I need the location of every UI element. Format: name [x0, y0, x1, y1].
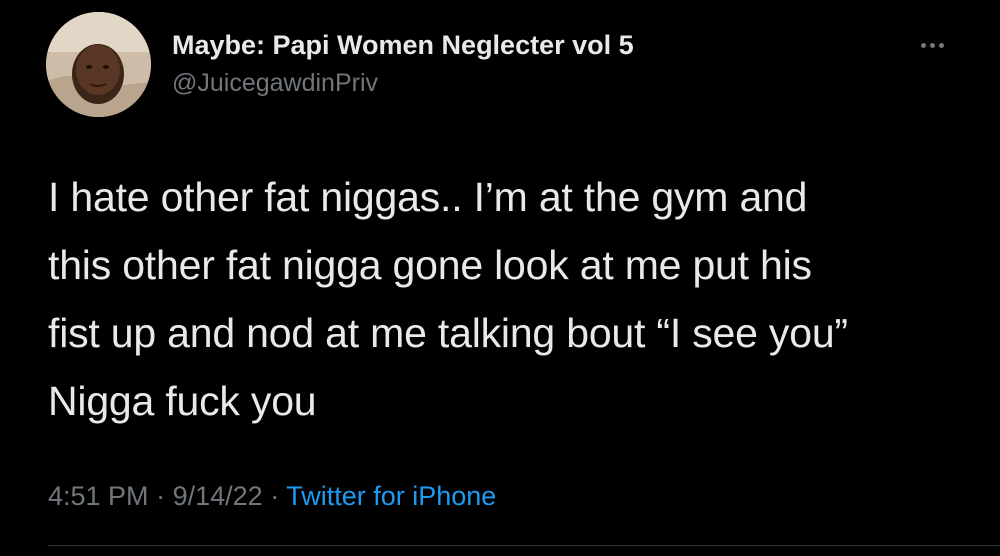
tweet-text-line: I hate other fat niggas.. I’m at the gym… [48, 174, 808, 220]
more-horizontal-icon [938, 42, 944, 48]
more-horizontal-icon [929, 42, 935, 48]
avatar[interactable] [46, 12, 151, 117]
more-button[interactable] [912, 30, 952, 60]
divider [48, 545, 1000, 546]
tweet-text-line: this other fat nigga gone look at me put… [48, 242, 812, 288]
more-horizontal-icon [920, 42, 926, 48]
tweet: Maybe: Papi Women Neglecter vol 5 @Juice… [0, 0, 1000, 556]
handle[interactable]: @JuicegawdinPriv [172, 69, 378, 98]
tweet-text-line: Nigga fuck you [48, 378, 317, 424]
tweet-time[interactable]: 4:51 PM [48, 481, 149, 511]
meta-separator: · [156, 481, 166, 511]
avatar-photo [46, 12, 151, 117]
display-name[interactable]: Maybe: Papi Women Neglecter vol 5 [172, 30, 634, 61]
tweet-source-link[interactable]: Twitter for iPhone [286, 481, 496, 511]
tweet-text-line: fist up and nod at me talking bout “I se… [48, 310, 848, 356]
tweet-meta: 4:51 PM · 9/14/22 · Twitter for iPhone [48, 481, 496, 512]
meta-separator: · [270, 481, 280, 511]
tweet-date[interactable]: 9/14/22 [173, 481, 263, 511]
tweet-text: I hate other fat niggas.. I’m at the gym… [48, 163, 968, 435]
